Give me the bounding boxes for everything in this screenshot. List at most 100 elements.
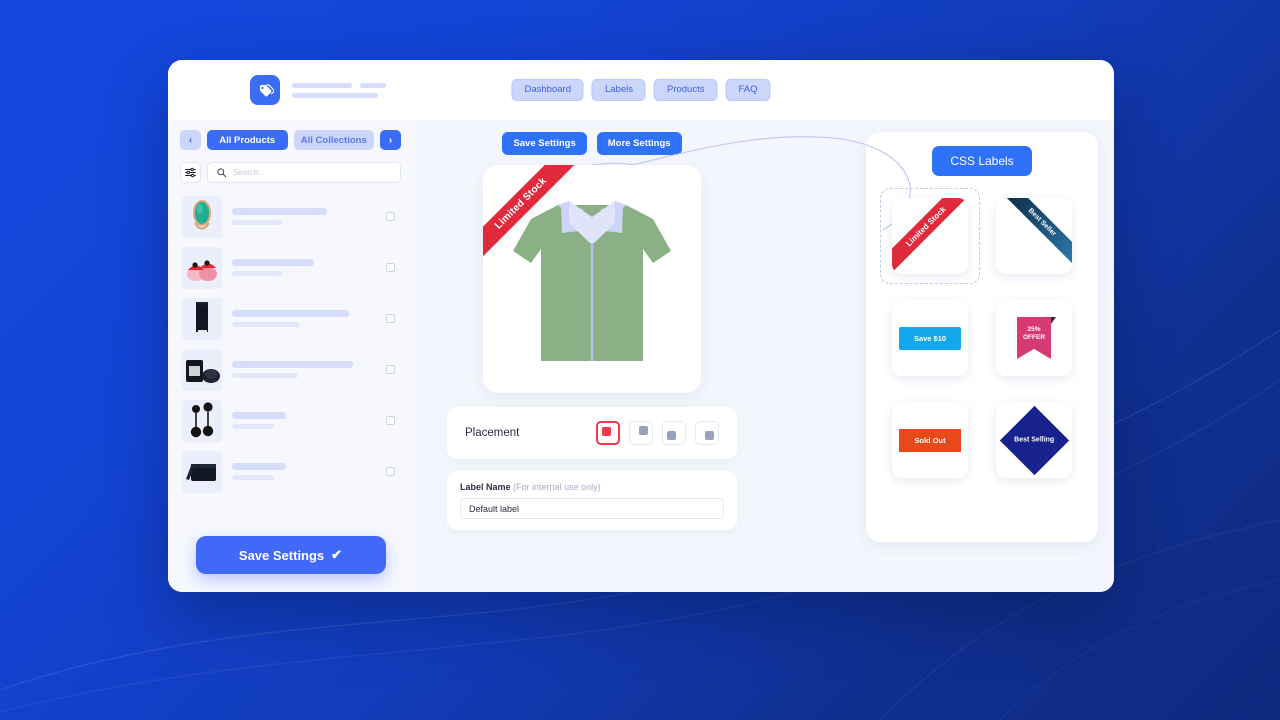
label-cell-offer: 25% OFFER [990,296,1078,380]
label-name-input[interactable] [460,498,724,519]
diamond-navy-shape: Best Selling [999,405,1069,475]
label-name-card: Label Name (For internal use only) [447,471,737,530]
corner-ribbon-red: Limited Stock [892,198,968,274]
label-text: Save $10 [899,326,961,350]
filter-button[interactable] [180,162,201,183]
search-placeholder: Search... [233,168,266,177]
product-thumbnail [182,348,222,391]
css-labels-panel: CSS Labels Limited Stock Best Seller Sav… [866,132,1098,542]
product-checkbox[interactable] [386,365,395,374]
label-name-title: Label Name [460,482,511,492]
product-thumbnail [182,450,222,493]
top-bar: Dashboard Labels Products FAQ [168,60,1114,120]
nav-item-products[interactable]: Products [653,79,718,101]
placement-indicator [705,431,714,440]
next-page-button[interactable]: › [380,130,401,150]
save-settings-action-button[interactable]: Save Settings [502,132,587,155]
label-name-heading: Label Name (For internal use only) [460,482,724,492]
skeleton-bar [232,322,300,327]
preview-ribbon-text: Limited Stock [483,165,590,272]
candle-product-image [186,359,220,383]
nav-item-faq[interactable]: FAQ [725,79,771,101]
top-navigation: Dashboard Labels Products FAQ [511,79,771,101]
placement-indicator [602,427,611,436]
label-option-best-seller[interactable]: Best Seller [996,198,1072,274]
placement-indicator [667,431,676,440]
search-row: Search... [180,162,401,183]
skeleton-bar [232,220,282,225]
product-text-placeholder [232,463,376,480]
product-checkbox[interactable] [386,467,395,476]
product-checkbox[interactable] [386,416,395,425]
label-cell-best-seller: Best Seller [990,194,1078,278]
product-thumbnail [182,297,222,340]
label-text-line1: 25% [1027,326,1041,333]
ribbon-pink-shape: 25% OFFER [1017,317,1056,359]
skeleton-bar [232,208,327,215]
search-input[interactable]: Search... [207,162,401,183]
label-cell-sold-out: Sold Out [886,398,974,482]
label-cell-limited-stock: Limited Stock [880,188,980,284]
placement-card: Placement [447,407,737,459]
save-settings-button[interactable]: Save Settings ✔ [195,536,386,574]
placement-option-top-left[interactable] [596,421,620,445]
label-text-line2: OFFER [1022,334,1046,342]
list-item[interactable] [180,242,401,293]
label-name-hint: (For internal use only) [513,482,601,492]
placement-option-bottom-right[interactable] [695,421,719,445]
tag-icon [258,83,274,96]
tab-all-products[interactable]: All Products [207,130,288,150]
nav-item-dashboard[interactable]: Dashboard [511,79,584,101]
label-option-best-selling[interactable]: Best Selling [996,402,1072,478]
label-option-save-10[interactable]: Save $10 [892,300,968,376]
placement-option-top-right[interactable] [629,421,653,445]
placement-label: Placement [465,427,520,439]
action-buttons: Save Settings More Settings [502,132,682,155]
ring-product-image [193,199,211,230]
label-option-limited-stock[interactable]: Limited Stock [892,198,968,274]
more-settings-button[interactable]: More Settings [596,132,682,155]
corner-ribbon-blue-gradient: Best Seller [996,198,1072,274]
label-text: Sold Out [899,428,961,452]
skeleton-bar [292,92,378,98]
label-option-sold-out[interactable]: Sold Out [892,402,968,478]
app-body: ‹ All Products All Collections › Search.… [168,120,1114,592]
prev-page-button[interactable]: ‹ [180,130,201,150]
app-logo[interactable] [250,75,280,105]
product-checkbox[interactable] [386,212,395,221]
list-item[interactable] [180,344,401,395]
product-text-placeholder [232,310,376,327]
label-option-offer[interactable]: 25% OFFER [996,300,1072,376]
product-thumbnail [182,195,222,238]
skeleton-bar [232,259,314,266]
placement-options [596,421,719,445]
sidebar-footer: Save Settings ✔ [180,526,401,592]
placement-indicator [639,426,648,435]
list-item[interactable] [180,395,401,446]
brand-name-placeholder [292,82,386,98]
skeleton-bar [232,310,349,317]
skeleton-bar [232,271,282,276]
product-checkbox[interactable] [386,314,395,323]
wallet-product-image [186,463,216,481]
preview-column: Save Settings More Settings Limited Stoc… [447,132,737,580]
list-item[interactable] [180,446,401,497]
tab-all-collections[interactable]: All Collections [293,130,374,150]
list-item[interactable] [180,293,401,344]
label-cell-save-10: Save $10 [886,296,974,380]
sidebar-tabs: ‹ All Products All Collections › [180,130,401,150]
product-thumbnail [182,246,222,289]
product-checkbox[interactable] [386,263,395,272]
skeleton-bar [232,463,286,470]
css-labels-title-button[interactable]: CSS Labels [932,146,1032,176]
label-text-wrap: 25% OFFER [1017,317,1051,359]
skeleton-bar [232,475,274,480]
nav-item-labels[interactable]: Labels [591,79,646,101]
placement-option-bottom-left[interactable] [662,421,686,445]
preview-corner-ribbon: Limited Stock [483,165,595,277]
label-style-grid: Limited Stock Best Seller Save $10 25% O… [880,188,1078,482]
skeleton-bar [360,82,386,88]
check-icon: ✔ [331,547,343,562]
list-item[interactable] [180,191,401,242]
product-thumbnail [182,399,222,442]
